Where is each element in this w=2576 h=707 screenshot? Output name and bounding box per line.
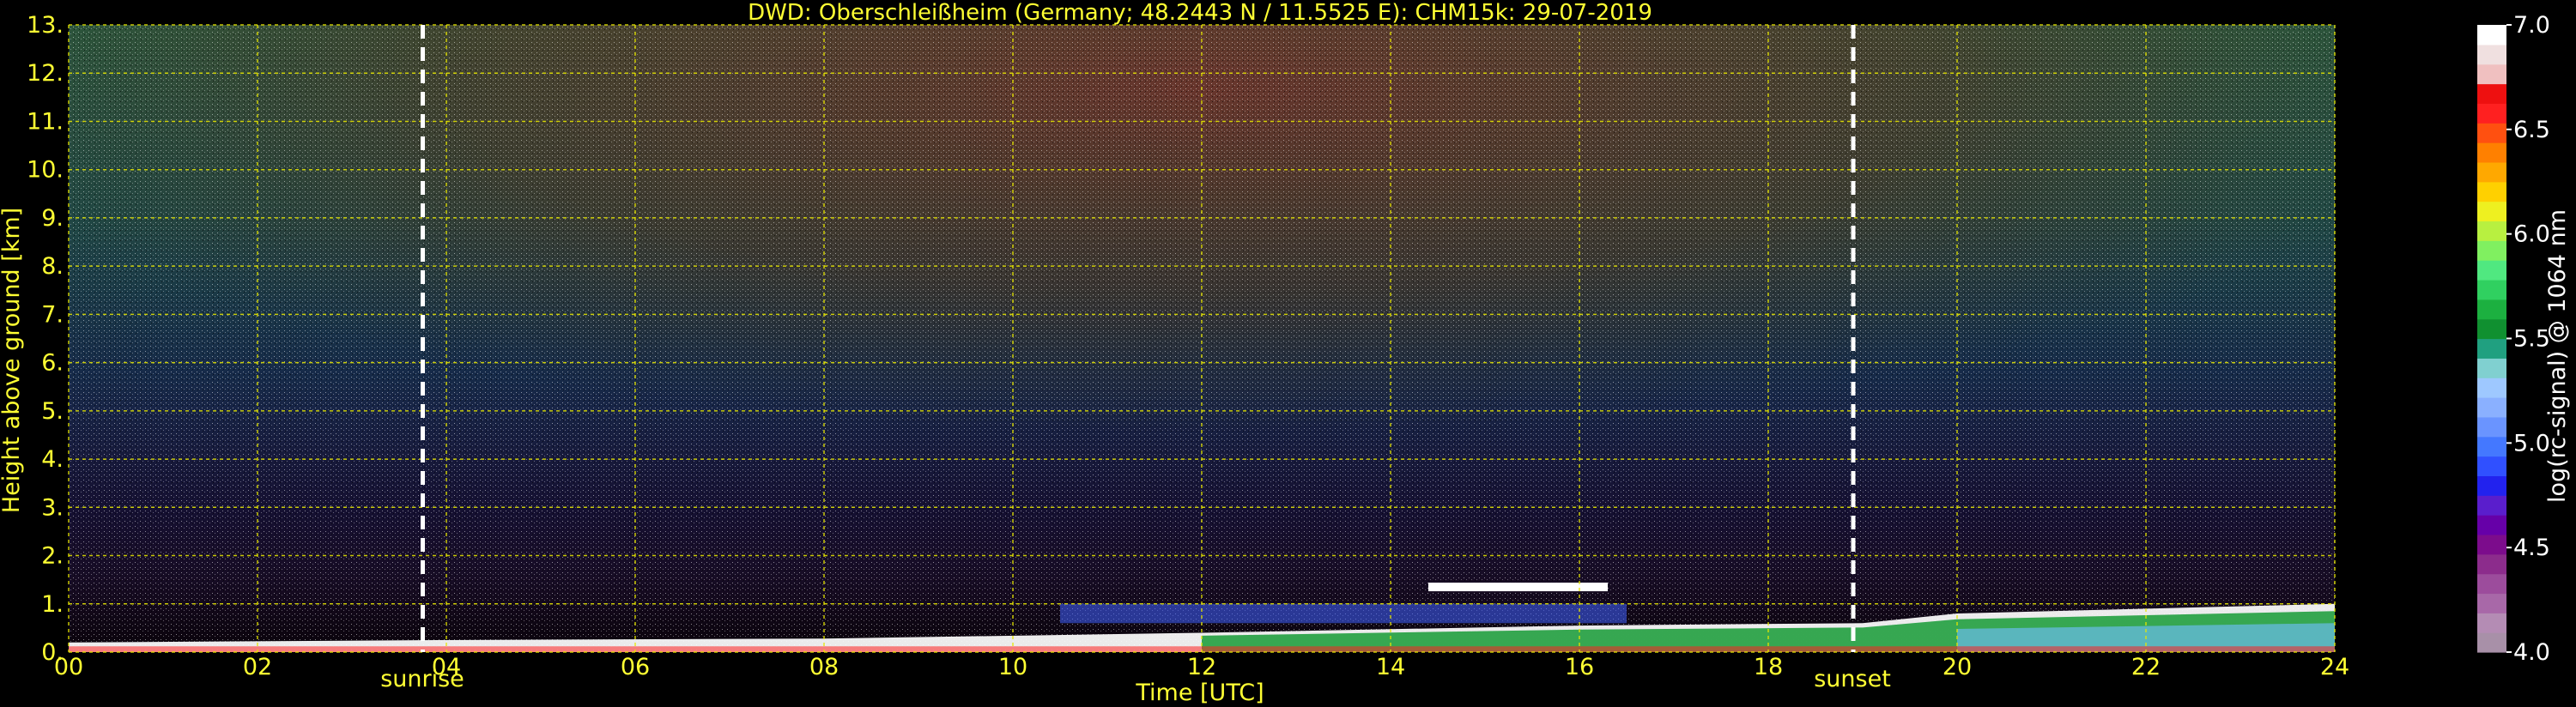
colorbar-tick-label: 6.5 <box>2513 117 2550 143</box>
x-tick-label: 22 <box>2131 654 2161 680</box>
colorbar-segment <box>2477 103 2506 124</box>
y-tick-label: 1. <box>41 591 64 618</box>
colorbar-segment <box>2477 397 2506 418</box>
cloud-layer <box>1428 583 1608 592</box>
y-tick-label: 4. <box>41 446 64 473</box>
colorbar-segment <box>2477 201 2506 222</box>
y-tick-label: 11. <box>27 108 64 135</box>
y-tick-label: 9. <box>41 205 64 232</box>
colorbar-segment <box>2477 593 2506 613</box>
y-tick-label: 12. <box>27 60 64 87</box>
colorbar-segment <box>2477 378 2506 398</box>
x-tick-label: 06 <box>621 654 650 680</box>
colorbar-segment <box>2477 181 2506 202</box>
colorbar-segment <box>2477 142 2506 163</box>
sunrise-label: sunrise <box>380 666 464 692</box>
colorbar-tick-label: 7.0 <box>2513 12 2550 39</box>
noise-texture <box>69 25 2335 652</box>
ceilometer-chart: 0.1.2.3.4.5.6.7.8.9.10.11.12.13. 00 02 04 0… <box>0 0 2571 706</box>
blue-layer <box>1060 603 1627 624</box>
chart-title: DWD: Oberschleißheim (Germany; 48.2443 N… <box>748 0 1652 26</box>
colorbar-segment <box>2477 495 2506 516</box>
colorbar-segment <box>2477 299 2506 320</box>
colorbar-label: log(rc-signal) @ 1064 nm <box>2544 209 2571 503</box>
colorbar: 4.04.55.05.56.06.57.0 <box>2477 12 2550 666</box>
sunset-label: sunset <box>1814 666 1891 692</box>
signal-heatmap <box>69 25 2335 652</box>
colorbar-segment <box>2477 358 2506 378</box>
x-tick-label: 08 <box>809 654 839 680</box>
y-tick-label: 6. <box>41 350 64 377</box>
x-tick-label: 12 <box>1187 654 1216 680</box>
x-tick-label: 18 <box>1754 654 1783 680</box>
colorbar-segment <box>2477 161 2506 183</box>
y-tick-label: 10. <box>27 157 64 184</box>
colorbar-segment <box>2477 240 2506 261</box>
x-tick-label: 10 <box>998 654 1027 680</box>
colorbar-tick-label: 4.0 <box>2513 639 2550 666</box>
x-axis-label: Time [UTC] <box>1135 680 1264 706</box>
colorbar-segment <box>2477 25 2506 45</box>
colorbar-tick-label: 4.5 <box>2513 535 2550 561</box>
colorbar-segment <box>2477 436 2506 457</box>
colorbar-segment <box>2477 553 2506 575</box>
colorbar-segment <box>2477 63 2506 85</box>
x-tick-label: 16 <box>1565 654 1594 680</box>
y-tick-label: 3. <box>41 494 64 521</box>
colorbar-segment <box>2477 318 2506 340</box>
x-tick-label: 24 <box>2320 654 2349 680</box>
colorbar-segment <box>2477 83 2506 104</box>
colorbar-segment <box>2477 534 2506 555</box>
colorbar-segment <box>2477 44 2506 65</box>
colorbar-segment <box>2477 416 2506 438</box>
y-tick-label: 7. <box>41 301 64 328</box>
y-axis-ticks: 0.1.2.3.4.5.6.7.8.9.10.11.12.13. <box>27 12 64 666</box>
x-tick-label: 14 <box>1376 654 1405 680</box>
colorbar-segment <box>2477 632 2506 653</box>
x-tick-label: 00 <box>54 654 83 680</box>
y-tick-label: 5. <box>41 398 64 425</box>
x-tick-label: 02 <box>243 654 272 680</box>
colorbar-segment <box>2477 515 2506 535</box>
colorbar-segment <box>2477 260 2506 281</box>
colorbar-segment <box>2477 279 2506 300</box>
colorbar-segment <box>2477 221 2506 241</box>
y-tick-label: 13. <box>27 12 64 39</box>
y-axis-label: Height above ground [km] <box>0 208 25 513</box>
colorbar-segment <box>2477 456 2506 477</box>
x-tick-label: 20 <box>1943 654 1972 680</box>
colorbar-segment <box>2477 475 2506 496</box>
y-tick-label: 8. <box>41 253 64 280</box>
y-tick-label: 2. <box>41 543 64 570</box>
colorbar-segment <box>2477 573 2506 595</box>
colorbar-segment <box>2477 123 2506 143</box>
colorbar-segment <box>2477 613 2506 633</box>
colorbar-segment <box>2477 338 2506 359</box>
